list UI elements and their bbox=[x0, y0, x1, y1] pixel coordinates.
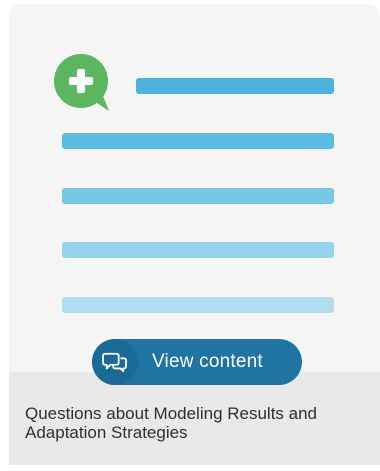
card-footer: Questions about Modeling Results and Ada… bbox=[9, 372, 380, 465]
placeholder-line bbox=[62, 297, 334, 313]
content-preview bbox=[9, 4, 380, 372]
add-comment-icon bbox=[54, 54, 109, 111]
content-card[interactable]: Questions about Modeling Results and Ada… bbox=[9, 4, 380, 465]
chat-bubbles-icon bbox=[92, 339, 138, 385]
placeholder-line bbox=[62, 188, 334, 204]
view-content-button[interactable]: View content bbox=[92, 339, 302, 385]
placeholder-line bbox=[62, 133, 334, 149]
placeholder-line bbox=[62, 242, 334, 258]
placeholder-line bbox=[136, 78, 334, 94]
card-caption: Questions about Modeling Results and Ada… bbox=[25, 404, 318, 442]
view-content-label: View content bbox=[152, 351, 263, 372]
